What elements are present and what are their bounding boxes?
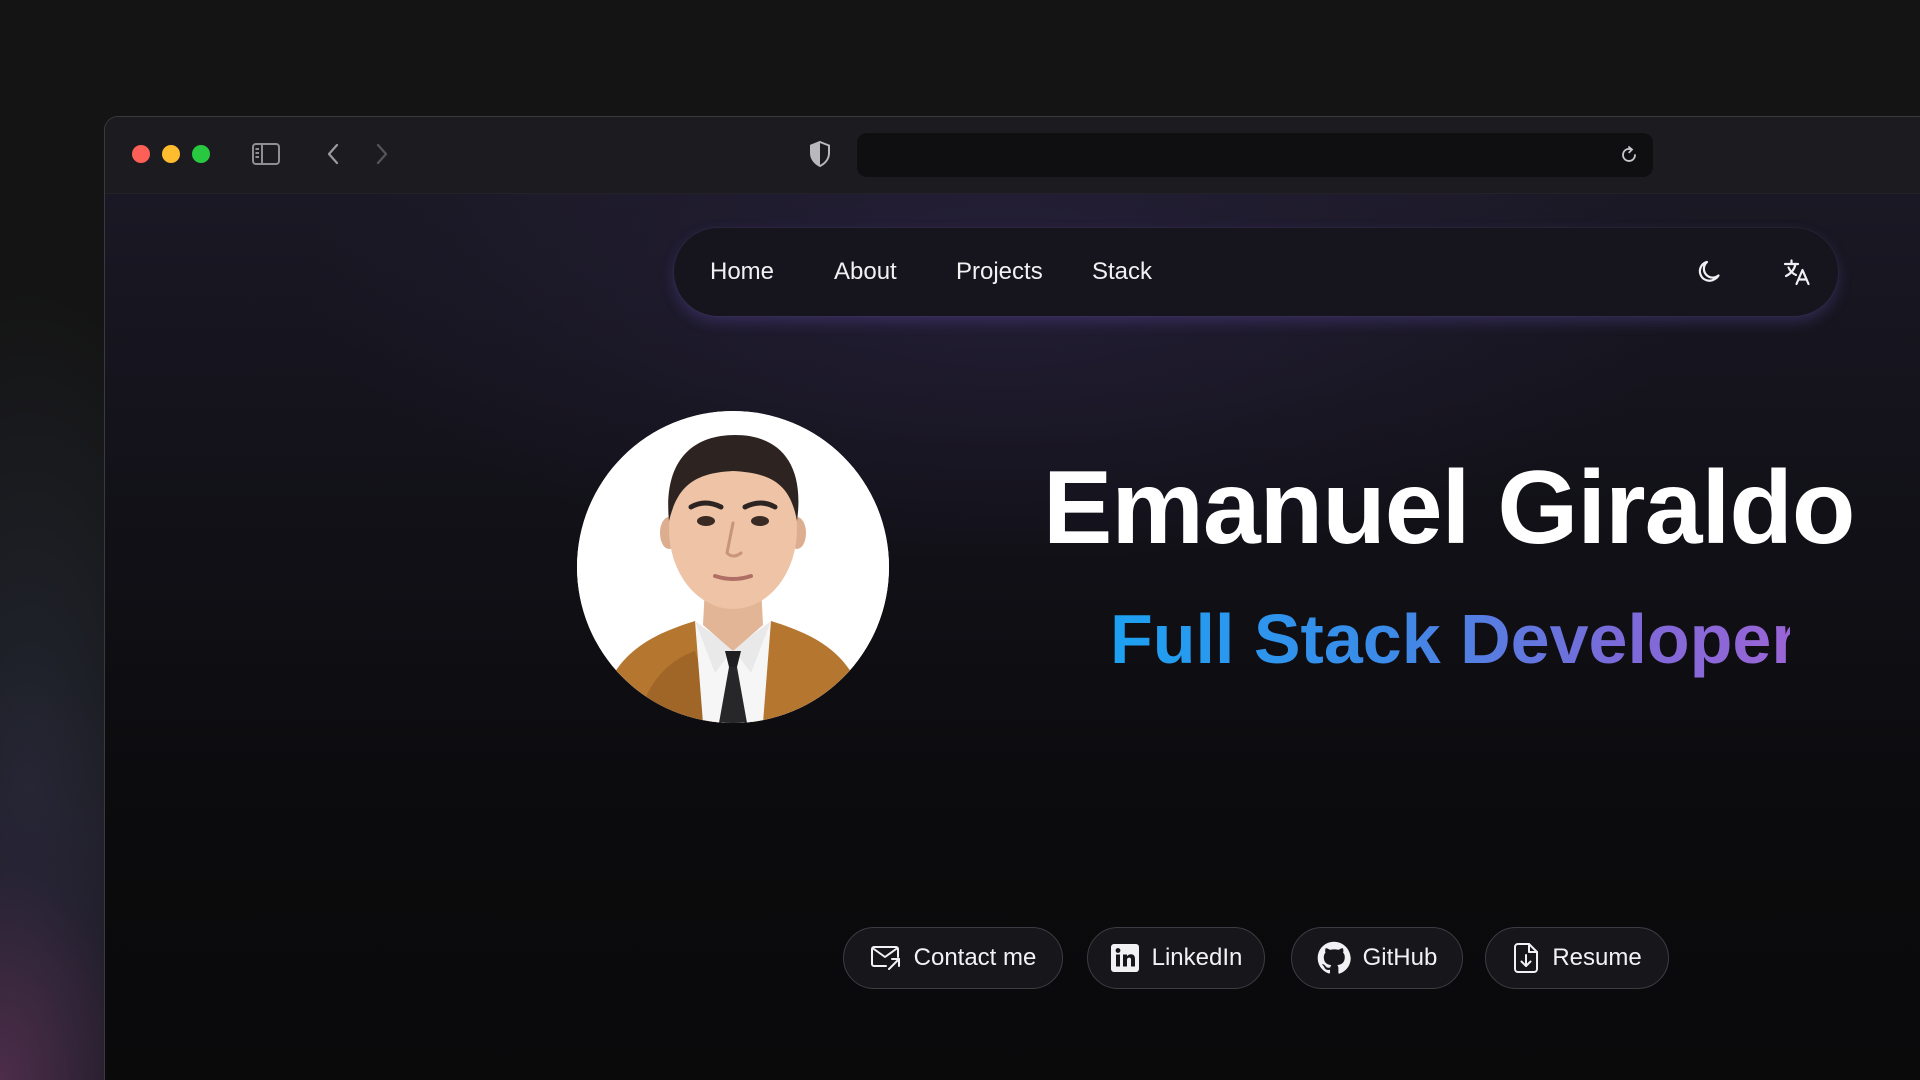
- top-navbar: Home About Projects Stack: [674, 228, 1838, 316]
- profile-photo: [577, 411, 889, 723]
- contact-me-label: Contact me: [913, 944, 1037, 971]
- profile-avatar: [577, 411, 889, 723]
- address-bar[interactable]: [857, 133, 1653, 177]
- browser-window: Home About Projects Stack Emanuel Girald…: [104, 116, 1920, 1080]
- github-button[interactable]: GitHub: [1291, 927, 1463, 989]
- close-window-button[interactable]: [132, 145, 150, 163]
- moon-icon[interactable]: [1693, 256, 1725, 288]
- translate-icon[interactable]: [1781, 256, 1813, 288]
- github-label: GitHub: [1362, 944, 1438, 971]
- github-icon: [1317, 941, 1351, 974]
- contact-me-button[interactable]: Contact me: [843, 927, 1063, 989]
- nav-item-stack[interactable]: Stack: [1092, 228, 1152, 316]
- forward-arrow-icon[interactable]: [367, 139, 397, 169]
- back-arrow-icon[interactable]: [318, 139, 348, 169]
- linkedin-label: LinkedIn: [1151, 944, 1243, 971]
- linkedin-button[interactable]: LinkedIn: [1087, 927, 1265, 989]
- mail-icon: [870, 946, 900, 970]
- resume-label: Resume: [1552, 944, 1642, 971]
- minimize-window-button[interactable]: [162, 145, 180, 163]
- hero-role: Full Stack Developer: [1110, 600, 1799, 678]
- sidebar-toggle-icon[interactable]: [250, 139, 282, 169]
- nav-item-projects[interactable]: Projects: [956, 228, 1043, 316]
- linkedin-icon: [1110, 944, 1139, 972]
- nav-item-home[interactable]: Home: [710, 228, 774, 316]
- privacy-shield-icon[interactable]: [805, 139, 835, 169]
- hero-name: Emanuel Giraldo: [1043, 450, 1855, 566]
- page-content: Home About Projects Stack Emanuel Girald…: [105, 194, 1920, 1080]
- resume-button[interactable]: Resume: [1485, 927, 1669, 989]
- document-download-icon: [1514, 943, 1539, 973]
- browser-titlebar: [105, 117, 1920, 194]
- nav-item-about[interactable]: About: [834, 228, 897, 316]
- reload-icon[interactable]: [1615, 141, 1643, 169]
- maximize-window-button[interactable]: [192, 145, 210, 163]
